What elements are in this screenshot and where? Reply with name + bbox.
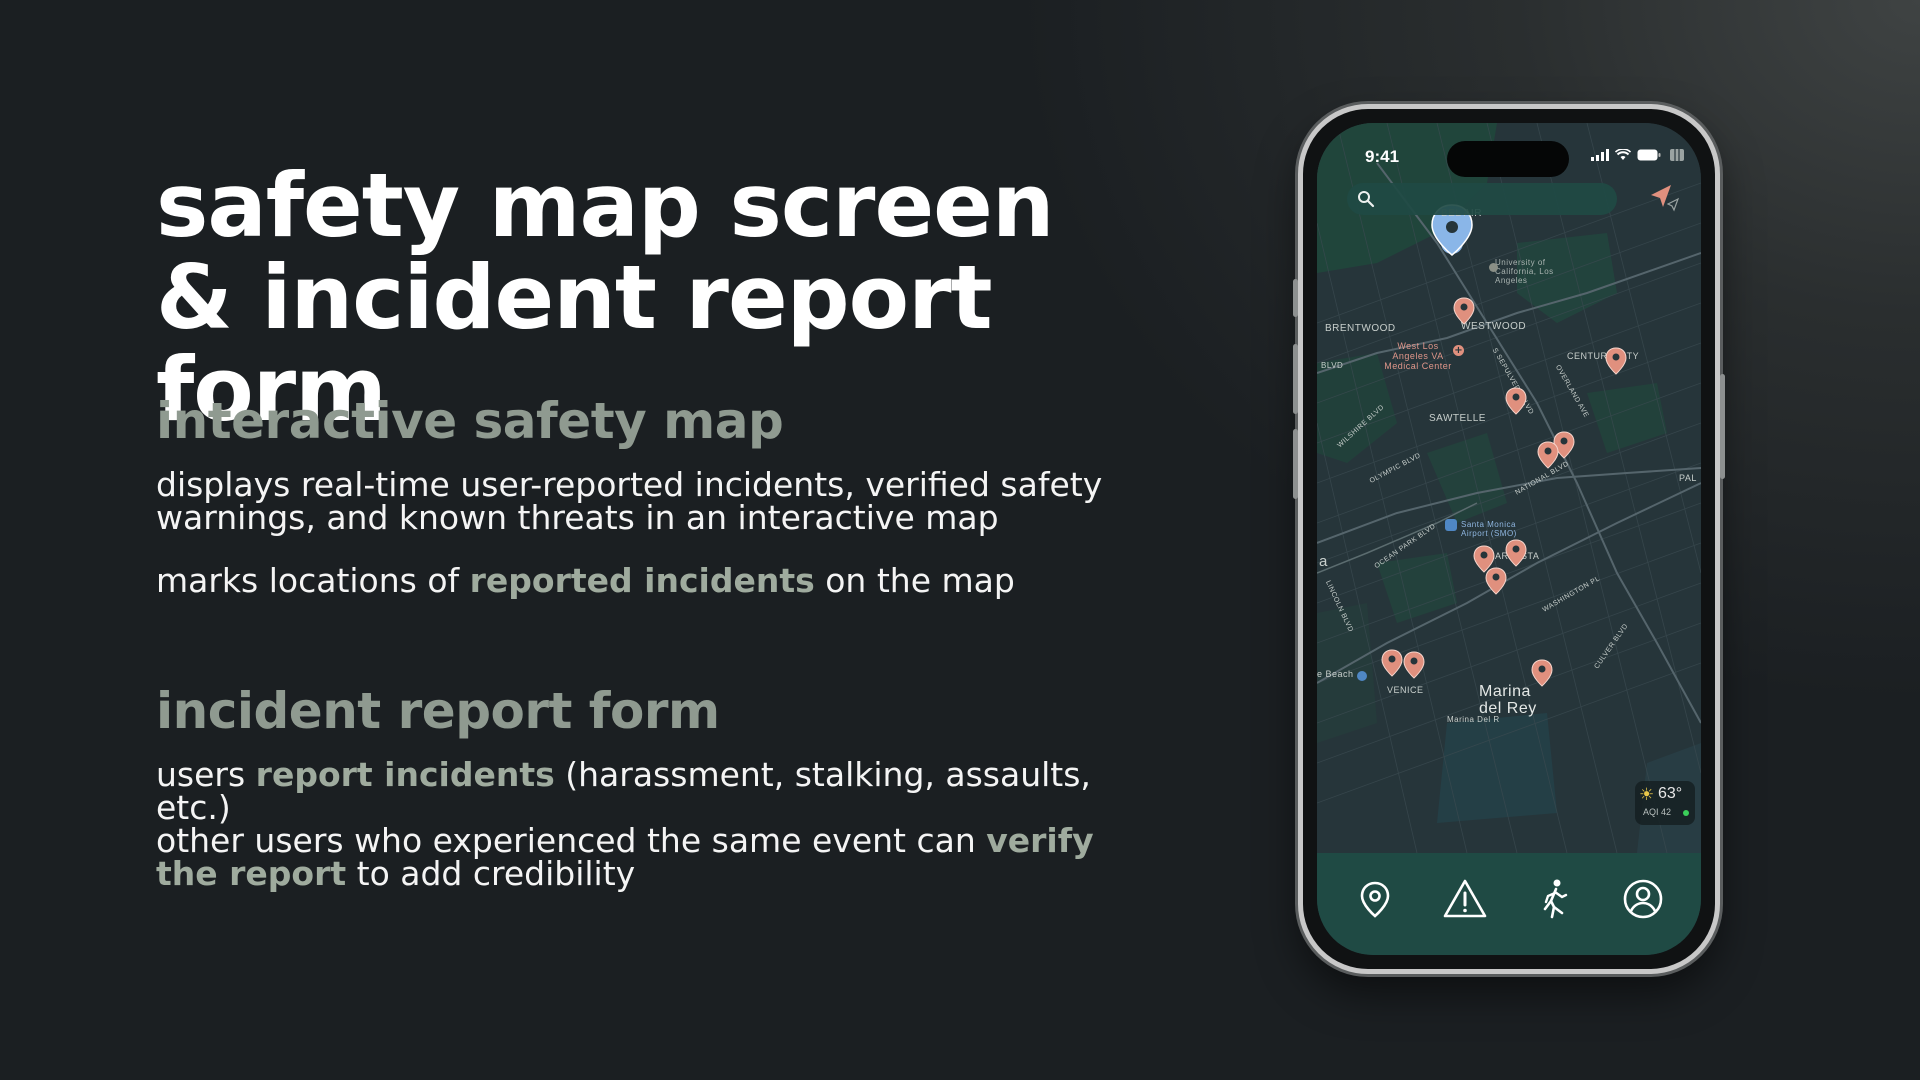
weather-widget: ☀ 63° AQI 42 (1635, 781, 1695, 825)
nav-walking-icon[interactable] (1531, 875, 1579, 923)
map-label-brentwood: BRENTWOOD (1325, 323, 1396, 334)
phone-volume-down (1293, 429, 1298, 499)
search-icon (1358, 191, 1375, 208)
incident-pin[interactable] (1531, 659, 1553, 687)
report-highlight: report incidents (255, 755, 555, 794)
map-search-input[interactable] (1347, 183, 1617, 215)
map-marks-text: marks locations of reported incidents on… (156, 564, 1015, 597)
signal-icon (1591, 149, 1609, 161)
map-label-va-center: West Los Angeles VA Medical Center (1384, 341, 1452, 371)
incident-pin[interactable] (1537, 441, 1559, 469)
incident-pin[interactable] (1505, 539, 1527, 567)
nav-profile-icon[interactable] (1619, 875, 1667, 923)
safety-map[interactable] (1317, 123, 1701, 853)
phone-power-button (1720, 374, 1725, 479)
bottom-nav-bar (1317, 853, 1701, 955)
nav-map-pin-icon[interactable] (1351, 875, 1399, 923)
incident-pin[interactable] (1403, 651, 1425, 679)
map-label-ucla: University of California, Los Angeles (1495, 258, 1554, 285)
map-label-marina-del: Marina Del R (1447, 715, 1500, 724)
verify-text: other users who experienced the same eve… (156, 824, 1136, 890)
section-title-form: incident report form (156, 682, 720, 740)
map-label-beach: e Beach (1317, 669, 1354, 679)
hospital-icon: + (1453, 345, 1464, 356)
map-description: displays real-time user-reported inciden… (156, 465, 1103, 537)
airport-icon (1445, 519, 1457, 531)
map-layers-icon[interactable] (1669, 147, 1685, 163)
incident-pin[interactable] (1485, 567, 1507, 595)
status-time: 9:41 (1365, 147, 1400, 166)
map-label-marina: Marina del Rey (1479, 683, 1537, 717)
marks-suffix: on the map (814, 561, 1015, 600)
sun-icon: ☀ (1639, 785, 1655, 805)
map-label-pal: PAL (1679, 473, 1697, 483)
incident-pin[interactable] (1453, 297, 1475, 325)
dynamic-island (1447, 141, 1569, 177)
map-label-blvd: BLVD (1321, 361, 1344, 370)
weather-temp: 63° (1658, 785, 1683, 802)
phone-screen: BEL AIR University of California, Los An… (1317, 123, 1701, 955)
section-title-map: interactive safety map (156, 392, 784, 450)
aqi-status-dot (1683, 810, 1689, 816)
weather-aqi: AQI 42 (1643, 807, 1672, 817)
wifi-icon (1615, 149, 1631, 160)
phone-mockup: BEL AIR University of California, Los An… (1293, 104, 1725, 974)
phone-volume-up (1293, 344, 1298, 414)
nav-warning-icon[interactable] (1441, 875, 1489, 923)
map-label-sawtelle: SAWTELLE (1429, 413, 1486, 424)
map-label-venice: VENICE (1387, 685, 1424, 695)
map-label-century-city: CENTURY CITY (1567, 351, 1640, 361)
map-label-smo: Santa Monica Airport (SMO) (1461, 520, 1517, 538)
phone-mute-switch (1293, 279, 1298, 317)
locate-me-button[interactable] (1641, 177, 1683, 219)
beach-icon (1357, 671, 1367, 681)
marks-prefix: marks locations of (156, 561, 470, 600)
incident-pin[interactable] (1381, 649, 1403, 677)
incident-pin[interactable] (1605, 347, 1627, 375)
battery-icon (1637, 149, 1661, 161)
map-label-a: a (1319, 553, 1328, 570)
slide-text: safety map screen & incident report form… (156, 154, 1196, 891)
report-text: users report incidents (harassment, stal… (156, 758, 1156, 824)
status-icons (1591, 145, 1661, 165)
title-line-1: safety map screen (156, 154, 1054, 257)
marks-highlight: reported incidents (469, 561, 815, 600)
university-icon (1489, 263, 1498, 272)
incident-pin[interactable] (1505, 387, 1527, 415)
verify-suffix: to add credibility (346, 854, 636, 893)
